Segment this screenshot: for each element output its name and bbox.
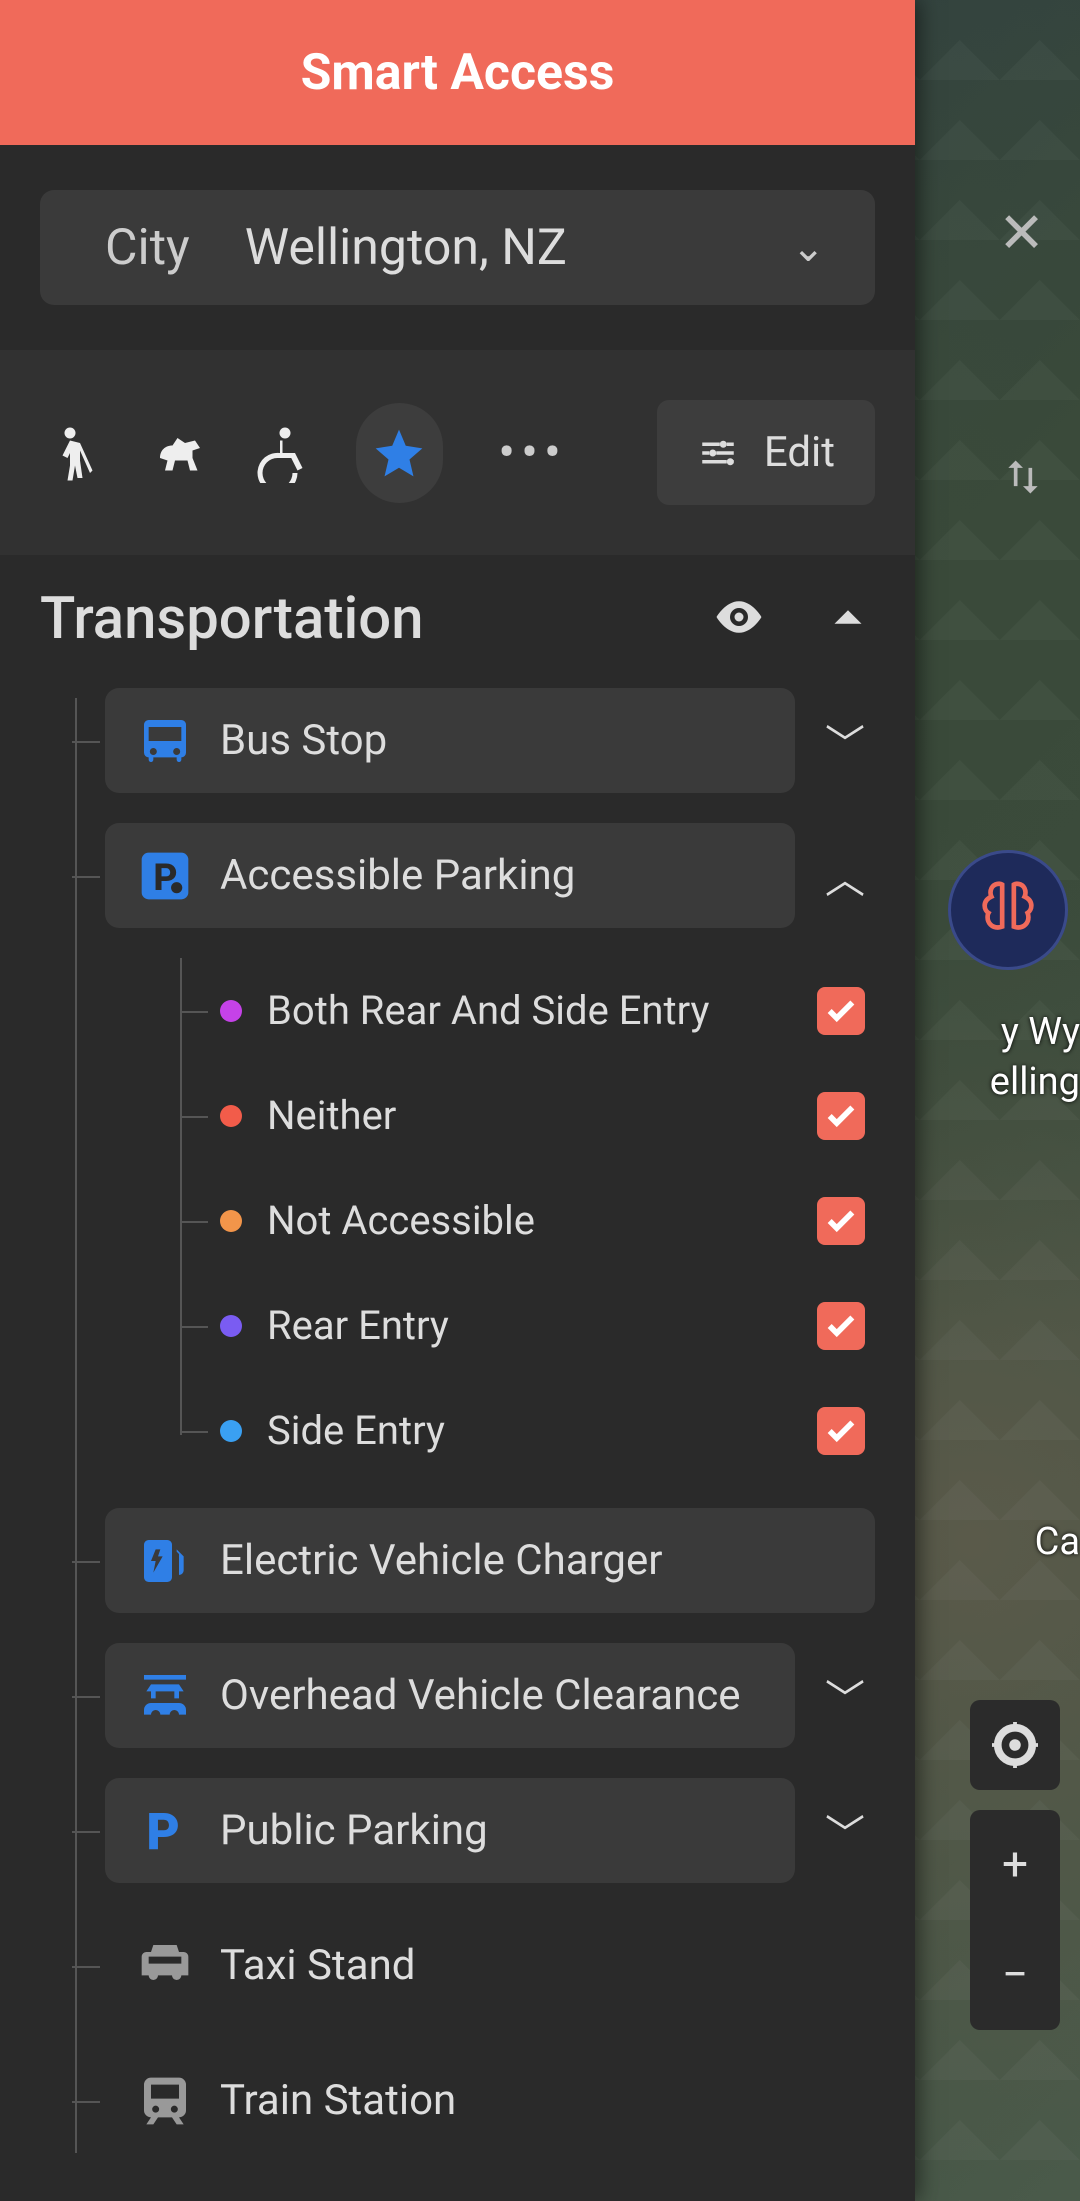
transportation-section: Transportation Bus Stop ﹀ P Accessible Park… bbox=[0, 555, 915, 2201]
eye-icon bbox=[712, 590, 766, 644]
locate-button[interactable] bbox=[970, 1700, 1060, 1790]
more-button[interactable]: ••• bbox=[478, 424, 587, 482]
category-pill: P Public Parking bbox=[105, 1778, 795, 1883]
city-selector-label: City bbox=[105, 219, 190, 277]
checkbox[interactable] bbox=[817, 1407, 865, 1455]
brain-badge[interactable] bbox=[948, 850, 1068, 970]
category-ev-charger[interactable]: Electric Vehicle Charger bbox=[105, 1508, 875, 1613]
svg-text:P: P bbox=[153, 856, 177, 900]
sliders-icon bbox=[697, 432, 739, 474]
favorites-star-button[interactable] bbox=[356, 403, 444, 503]
category-label: Accessible Parking bbox=[220, 851, 765, 900]
subcategory-label: Both Rear And Side Entry bbox=[267, 987, 817, 1034]
check-icon bbox=[824, 1099, 858, 1133]
swap-vertical-icon bbox=[1001, 455, 1045, 499]
section-collapse[interactable] bbox=[821, 590, 875, 648]
category-label: Taxi Stand bbox=[220, 1941, 845, 1990]
category-accessible-parking[interactable]: P Accessible Parking ︿ bbox=[105, 823, 875, 928]
subcategory-item[interactable]: Both Rear And Side Entry bbox=[175, 958, 875, 1063]
zoom-in-button[interactable]: + bbox=[970, 1810, 1060, 1920]
category-train-station[interactable]: Train Station bbox=[105, 2048, 875, 2153]
checkbox[interactable] bbox=[817, 1092, 865, 1140]
category-pill: Electric Vehicle Charger bbox=[105, 1508, 875, 1613]
subcategory-item[interactable]: Side Entry bbox=[175, 1378, 875, 1483]
chevron-down-icon[interactable]: ﹀ bbox=[815, 712, 875, 770]
parking-icon: P bbox=[135, 1801, 195, 1861]
subcategory-list: Both Rear And Side Entry Neither Not Acces… bbox=[175, 958, 875, 1483]
chevron-down-icon[interactable]: ﹀ bbox=[815, 1802, 875, 1860]
star-icon bbox=[371, 425, 427, 481]
category-overhead-clearance[interactable]: Overhead Vehicle Clearance ﹀ bbox=[105, 1643, 875, 1748]
filter-panel: Smart Access City Wellington, NZ ⌄ ••• E… bbox=[0, 0, 915, 2201]
close-button[interactable]: ✕ bbox=[998, 200, 1045, 266]
edit-button[interactable]: Edit bbox=[657, 400, 875, 505]
section-title: Transportation bbox=[40, 585, 712, 653]
check-icon bbox=[824, 994, 858, 1028]
check-icon bbox=[824, 1414, 858, 1448]
color-dot bbox=[220, 1000, 242, 1022]
color-dot bbox=[220, 1420, 242, 1442]
checkbox[interactable] bbox=[817, 1302, 865, 1350]
brain-icon bbox=[973, 875, 1043, 945]
category-pill: Taxi Stand bbox=[105, 1913, 875, 2018]
subcategory-label: Neither bbox=[267, 1092, 817, 1139]
color-dot bbox=[220, 1105, 242, 1127]
check-icon bbox=[824, 1204, 858, 1238]
color-dot bbox=[220, 1210, 242, 1232]
category-label: Bus Stop bbox=[220, 716, 765, 765]
zoom-out-button[interactable]: − bbox=[970, 1920, 1060, 2030]
guide-dog-icon[interactable] bbox=[145, 413, 215, 493]
category-pill: Overhead Vehicle Clearance bbox=[105, 1643, 795, 1748]
wheelchair-icon[interactable] bbox=[250, 413, 320, 493]
map-label: elling bbox=[990, 1060, 1080, 1104]
category-tree: Bus Stop ﹀ P Accessible Parking ︿ Both Rear A… bbox=[40, 688, 875, 2153]
category-taxi-stand[interactable]: Taxi Stand bbox=[105, 1913, 875, 2018]
checkbox[interactable] bbox=[817, 987, 865, 1035]
category-label: Public Parking bbox=[220, 1806, 765, 1855]
crosshair-icon bbox=[992, 1722, 1038, 1768]
cane-walker-icon[interactable] bbox=[40, 413, 110, 493]
category-pill: Bus Stop bbox=[105, 688, 795, 793]
category-label: Train Station bbox=[220, 2076, 845, 2125]
bus-icon bbox=[135, 711, 195, 771]
profile-toolbar: ••• Edit bbox=[0, 350, 915, 555]
category-pill: P Accessible Parking bbox=[105, 823, 795, 928]
category-public-parking[interactable]: P Public Parking ﹀ bbox=[105, 1778, 875, 1883]
subcategory-label: Side Entry bbox=[267, 1407, 817, 1454]
parking-accessible-icon: P bbox=[135, 846, 195, 906]
subcategory-label: Rear Entry bbox=[267, 1302, 817, 1349]
subcategory-item[interactable]: Not Accessible bbox=[175, 1168, 875, 1273]
city-row: City Wellington, NZ ⌄ bbox=[0, 145, 915, 350]
ev-icon bbox=[135, 1531, 195, 1591]
edit-button-label: Edit bbox=[764, 428, 835, 477]
category-bus-stop[interactable]: Bus Stop ﹀ bbox=[105, 688, 875, 793]
swap-button[interactable] bbox=[1001, 455, 1045, 503]
city-selector-value: Wellington, NZ bbox=[245, 219, 792, 277]
map-label: Ca bbox=[1035, 1520, 1080, 1564]
color-dot bbox=[220, 1315, 242, 1337]
taxi-icon bbox=[135, 1936, 195, 1996]
check-icon bbox=[824, 1309, 858, 1343]
chevron-up-icon[interactable]: ︿ bbox=[815, 847, 875, 905]
train-icon bbox=[135, 2071, 195, 2131]
tree-trunk-line bbox=[75, 698, 77, 2153]
city-selector[interactable]: City Wellington, NZ ⌄ bbox=[40, 190, 875, 305]
chevron-down-icon[interactable]: ﹀ bbox=[815, 1667, 875, 1725]
chevron-down-icon: ⌄ bbox=[791, 224, 825, 271]
clearance-icon bbox=[135, 1666, 195, 1726]
chevron-up-icon bbox=[821, 590, 875, 644]
app-title: Smart Access bbox=[0, 0, 915, 145]
subcategory-item[interactable]: Neither bbox=[175, 1063, 875, 1168]
map-label: y Wy bbox=[1001, 1010, 1080, 1054]
visibility-toggle[interactable] bbox=[712, 590, 766, 648]
subcategory-label: Not Accessible bbox=[267, 1197, 817, 1244]
category-label: Overhead Vehicle Clearance bbox=[220, 1671, 765, 1720]
category-pill: Train Station bbox=[105, 2048, 875, 2153]
checkbox[interactable] bbox=[817, 1197, 865, 1245]
subcategory-item[interactable]: Rear Entry bbox=[175, 1273, 875, 1378]
svg-text:P: P bbox=[146, 1803, 179, 1859]
category-label: Electric Vehicle Charger bbox=[220, 1536, 845, 1585]
